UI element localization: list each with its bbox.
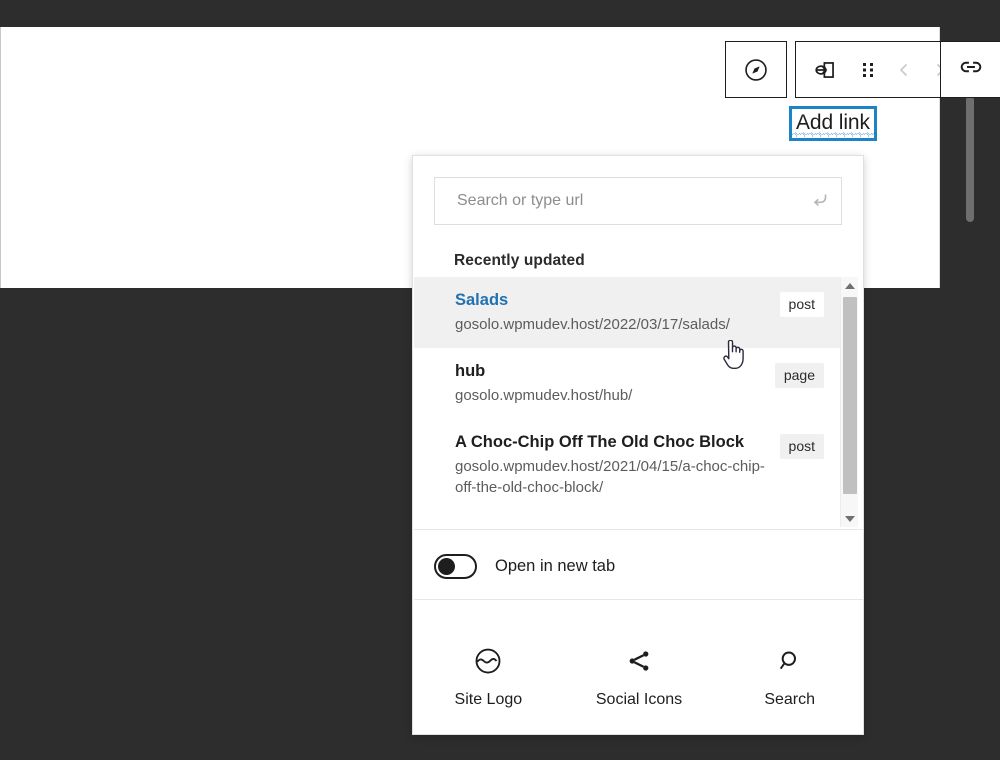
navigation-block-icon	[743, 57, 769, 83]
spellcheck-underline	[792, 132, 874, 137]
results-heading: Recently updated	[454, 252, 585, 269]
link-search-row	[413, 156, 863, 225]
block-toolbar	[725, 41, 965, 98]
drag-handle-icon	[860, 60, 876, 80]
chevron-left-icon	[895, 60, 913, 80]
transform-option-label: Social Icons	[595, 691, 683, 708]
results-scrollbar-thumb[interactable]	[843, 297, 857, 494]
editor-top-chrome	[0, 0, 1000, 27]
transform-option-label: Search	[764, 691, 816, 708]
scroll-up-arrow-icon[interactable]	[841, 277, 858, 294]
transform-options: Site Logo Social Icons Search	[413, 643, 863, 709]
result-url: gosolo.wpmudev.host/hub/	[455, 387, 633, 404]
result-text: hub gosolo.wpmudev.host/hub/	[455, 361, 775, 406]
navigation-block-icon-button[interactable]	[732, 42, 780, 97]
result-url: gosolo.wpmudev.host/2022/03/17/salads/	[455, 316, 730, 333]
list-item[interactable]: Salads gosolo.wpmudev.host/2022/03/17/sa…	[414, 277, 840, 348]
transform-option-site-logo[interactable]: Site Logo	[413, 643, 564, 709]
link-results-area: Salads gosolo.wpmudev.host/2022/03/17/sa…	[414, 277, 863, 527]
list-item[interactable]: A Choc-Chip Off The Old Choc Block gosol…	[414, 419, 840, 511]
link-search-field[interactable]	[434, 177, 842, 225]
link-button[interactable]	[940, 41, 1000, 98]
divider	[414, 529, 863, 530]
share-icon	[624, 643, 654, 679]
page-scrollbar-thumb[interactable]	[966, 96, 974, 222]
toggle-knob	[438, 557, 455, 575]
open-in-new-tab-row: Open in new tab	[413, 535, 863, 597]
result-title: Salads	[455, 291, 509, 309]
add-link-tooltip: Add link	[789, 106, 877, 141]
transform-option-social-icons[interactable]: Social Icons	[564, 643, 715, 709]
open-in-new-tab-label: Open in new tab	[495, 556, 616, 575]
open-in-new-tab-toggle[interactable]	[434, 553, 477, 579]
divider	[414, 599, 863, 600]
page-link-block-icon	[813, 57, 839, 83]
submit-search-button[interactable]	[797, 178, 841, 224]
move-up-icon-button[interactable]	[886, 42, 922, 97]
scroll-down-arrow-icon[interactable]	[841, 510, 858, 527]
status-badge: post	[779, 434, 824, 459]
status-badge: page	[774, 363, 824, 388]
search-input[interactable]	[435, 178, 797, 224]
enter-arrow-icon	[807, 188, 831, 215]
result-title: A Choc-Chip Off The Old Choc Block	[455, 433, 745, 451]
result-text: Salads gosolo.wpmudev.host/2022/03/17/sa…	[455, 290, 780, 335]
link-results-list: Salads gosolo.wpmudev.host/2022/03/17/sa…	[414, 277, 840, 527]
block-type-group	[725, 41, 787, 98]
results-scrollbar-track[interactable]	[840, 277, 858, 527]
drag-handle-icon-button[interactable]	[850, 42, 886, 97]
add-link-tooltip-label: Add link	[796, 111, 870, 134]
link-icon	[957, 53, 985, 86]
list-item[interactable]: hub gosolo.wpmudev.host/hub/ page	[414, 348, 840, 419]
link-control-popover: Recently updated Salads gosolo.wpmudev.h…	[412, 155, 864, 735]
result-url: gosolo.wpmudev.host/2021/04/15/a-choc-ch…	[455, 458, 765, 496]
status-badge: post	[779, 292, 824, 317]
page-link-block-icon-button[interactable]	[802, 42, 850, 97]
result-text: A Choc-Chip Off The Old Choc Block gosol…	[455, 432, 780, 498]
transform-option-label: Site Logo	[454, 691, 523, 708]
site-logo-icon	[473, 643, 503, 679]
result-title: hub	[455, 362, 486, 380]
search-icon	[776, 643, 804, 679]
transform-option-search[interactable]: Search	[714, 643, 863, 709]
